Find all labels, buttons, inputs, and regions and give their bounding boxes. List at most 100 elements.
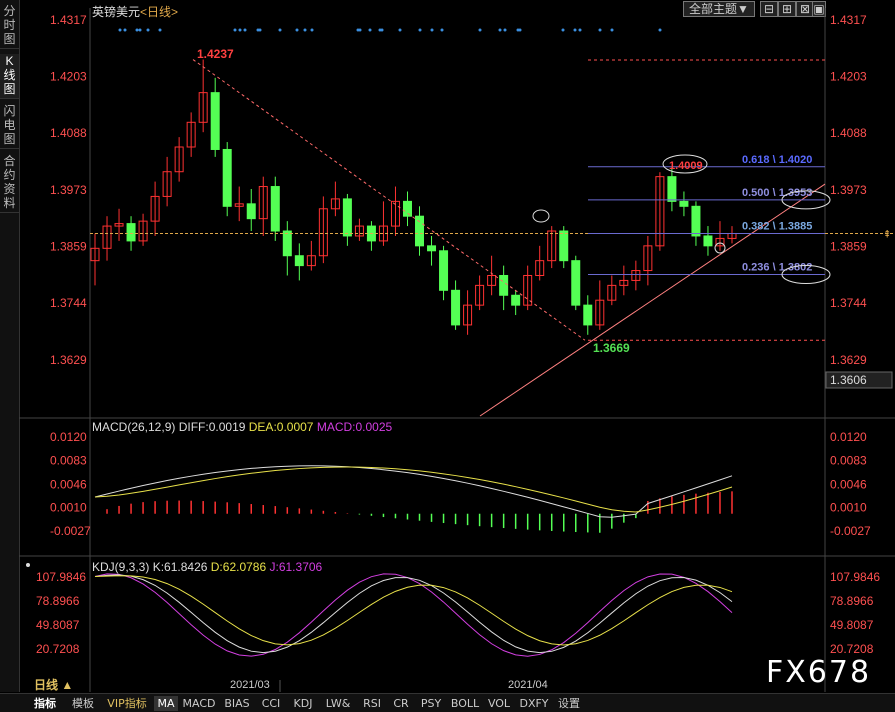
signal-dot — [356, 28, 360, 32]
signal-dot — [233, 28, 237, 32]
indicator-tab[interactable]: BIAS — [220, 696, 254, 711]
price-tick-left: 1.3973 — [50, 183, 87, 197]
indicator-tab[interactable]: 设置 — [554, 696, 584, 711]
macd-value: MACD:0.0025 — [316, 420, 393, 434]
indicator-tab[interactable]: 模板 — [66, 696, 100, 711]
price-tick-right: 1.3744 — [830, 296, 867, 310]
candle-body — [282, 230, 292, 257]
signal-dot — [573, 28, 577, 32]
kdj-tick-right: 49.8087 — [830, 618, 874, 632]
price-tick-left: 1.4088 — [50, 126, 87, 140]
annotated-high-label: 1.4009 — [669, 160, 703, 172]
candle-body — [679, 200, 689, 207]
kdj-tick-right: 78.8966 — [830, 594, 874, 608]
signal-dot — [238, 28, 242, 32]
fib-level-label: 0.382 \ 1.3885 — [742, 220, 812, 232]
indicator-tab[interactable]: 指标 — [26, 696, 64, 711]
kdj-k: K:61.8426 — [152, 560, 208, 574]
signal-dot — [478, 28, 482, 32]
kdj-dot — [26, 563, 30, 567]
signal-dot — [516, 28, 520, 32]
signal-dot — [658, 28, 662, 32]
kdj-d-line — [94, 575, 733, 646]
candle-body — [402, 200, 412, 217]
x-label-apr: 2021/04 — [508, 679, 548, 691]
signal-dot — [430, 28, 434, 32]
downtrend-line — [192, 59, 586, 341]
kdj-legend: KDJ(9,3,3) K:61.8426 D:62.0786 J:61.3706 — [92, 560, 322, 574]
signal-dot — [146, 28, 150, 32]
kdj-j: J:61.3706 — [269, 560, 323, 574]
macd-tick-left: 0.0083 — [50, 454, 87, 468]
macd-diff: DIFF:0.0019 — [178, 420, 246, 434]
fib-level-label: 0.500 \ 1.3953 — [742, 187, 812, 199]
candle-body — [246, 203, 256, 220]
kdj-d: D:62.0786 — [210, 560, 267, 574]
signal-dot — [243, 28, 247, 32]
indicator-tab[interactable]: BOLL — [448, 696, 482, 711]
indicator-tab[interactable]: CR — [388, 696, 414, 711]
signal-dot — [278, 28, 282, 32]
high-label: 1.4237 — [197, 47, 234, 61]
candle-body — [427, 245, 437, 252]
signal-dot — [598, 28, 602, 32]
kdj-label: KDJ(9,3,3) — [92, 560, 150, 574]
indicator-tab[interactable]: CCI — [256, 696, 286, 711]
indicator-tab[interactable]: PSY — [416, 696, 446, 711]
period-switch[interactable]: 日线 ▲ — [34, 676, 73, 693]
signal-dot — [158, 28, 162, 32]
indicator-tabbar: 指标 模板 VIP指标 MA MACD BIAS CCI KDJ LW& RSI CR PSY BOLL… — [0, 693, 895, 712]
signal-dot — [138, 28, 142, 32]
indicator-tab[interactable]: DXFY — [516, 696, 552, 711]
price-tick-left: 1.3629 — [50, 353, 87, 367]
signal-dot — [610, 28, 614, 32]
price-tick-left: 1.4203 — [50, 69, 87, 83]
kdj-tick-right: 20.7208 — [830, 642, 874, 656]
price-tick-left: 1.3744 — [50, 296, 87, 310]
low-label: 1.3669 — [593, 341, 630, 355]
candle-body — [439, 250, 449, 291]
macd-tick-left: 0.0046 — [50, 477, 87, 491]
price-tick-right: 1.3973 — [830, 183, 867, 197]
indicator-tab[interactable]: VIP指标 — [102, 696, 152, 711]
macd-label: MACD(26,12,9) — [92, 420, 176, 434]
price-chart[interactable]: 1.4317 1.4317 1.4203 1.4203 1.4088 1.4088 1.39… — [0, 0, 895, 692]
candle-body — [294, 255, 304, 267]
price-tick-left: 1.3859 — [50, 239, 87, 253]
macd-tick-right: 0.0120 — [830, 430, 867, 444]
candle-body — [451, 289, 461, 326]
indicator-tab[interactable]: MA — [154, 696, 178, 711]
indicator-tab[interactable]: LW& — [320, 696, 356, 711]
candle-body — [571, 260, 581, 306]
candle-body — [270, 186, 280, 232]
macd-dea: DEA:0.0007 — [248, 420, 314, 434]
signal-dot — [303, 28, 307, 32]
indicator-tab[interactable]: KDJ — [288, 696, 318, 711]
signal-dot — [498, 28, 502, 32]
kdj-tick-left: 107.9846 — [36, 570, 86, 584]
price-tick-right: 1.4317 — [830, 13, 867, 27]
signal-dot — [135, 28, 139, 32]
price-tick-right: 1.4203 — [830, 69, 867, 83]
candle-body — [222, 148, 232, 207]
pivot-ellipse-1 — [532, 209, 550, 223]
macd-tick-left: -0.0027 — [50, 524, 91, 538]
candle-body — [511, 294, 521, 306]
indicator-tab[interactable]: MACD — [180, 696, 218, 711]
signal-dot — [123, 28, 127, 32]
candle-body — [667, 176, 677, 202]
fib-level-label: 0.236 \ 1.3802 — [742, 262, 812, 274]
signal-dot — [295, 28, 299, 32]
macd-legend: MACD(26,12,9) DIFF:0.0019 DEA:0.0007 MAC… — [92, 420, 392, 434]
signal-dot — [440, 28, 444, 32]
indicator-tab[interactable]: RSI — [358, 696, 386, 711]
indicator-tab[interactable]: VOL — [484, 696, 514, 711]
macd-tick-right: 0.0010 — [830, 500, 867, 514]
signal-dot — [310, 28, 314, 32]
kdj-tick-right: 107.9846 — [830, 570, 880, 584]
signal-dot — [398, 28, 402, 32]
signal-dot — [503, 28, 507, 32]
price-tick-right: 1.3629 — [830, 353, 867, 367]
kdj-tick-left: 49.8087 — [36, 618, 80, 632]
signal-dot — [368, 28, 372, 32]
